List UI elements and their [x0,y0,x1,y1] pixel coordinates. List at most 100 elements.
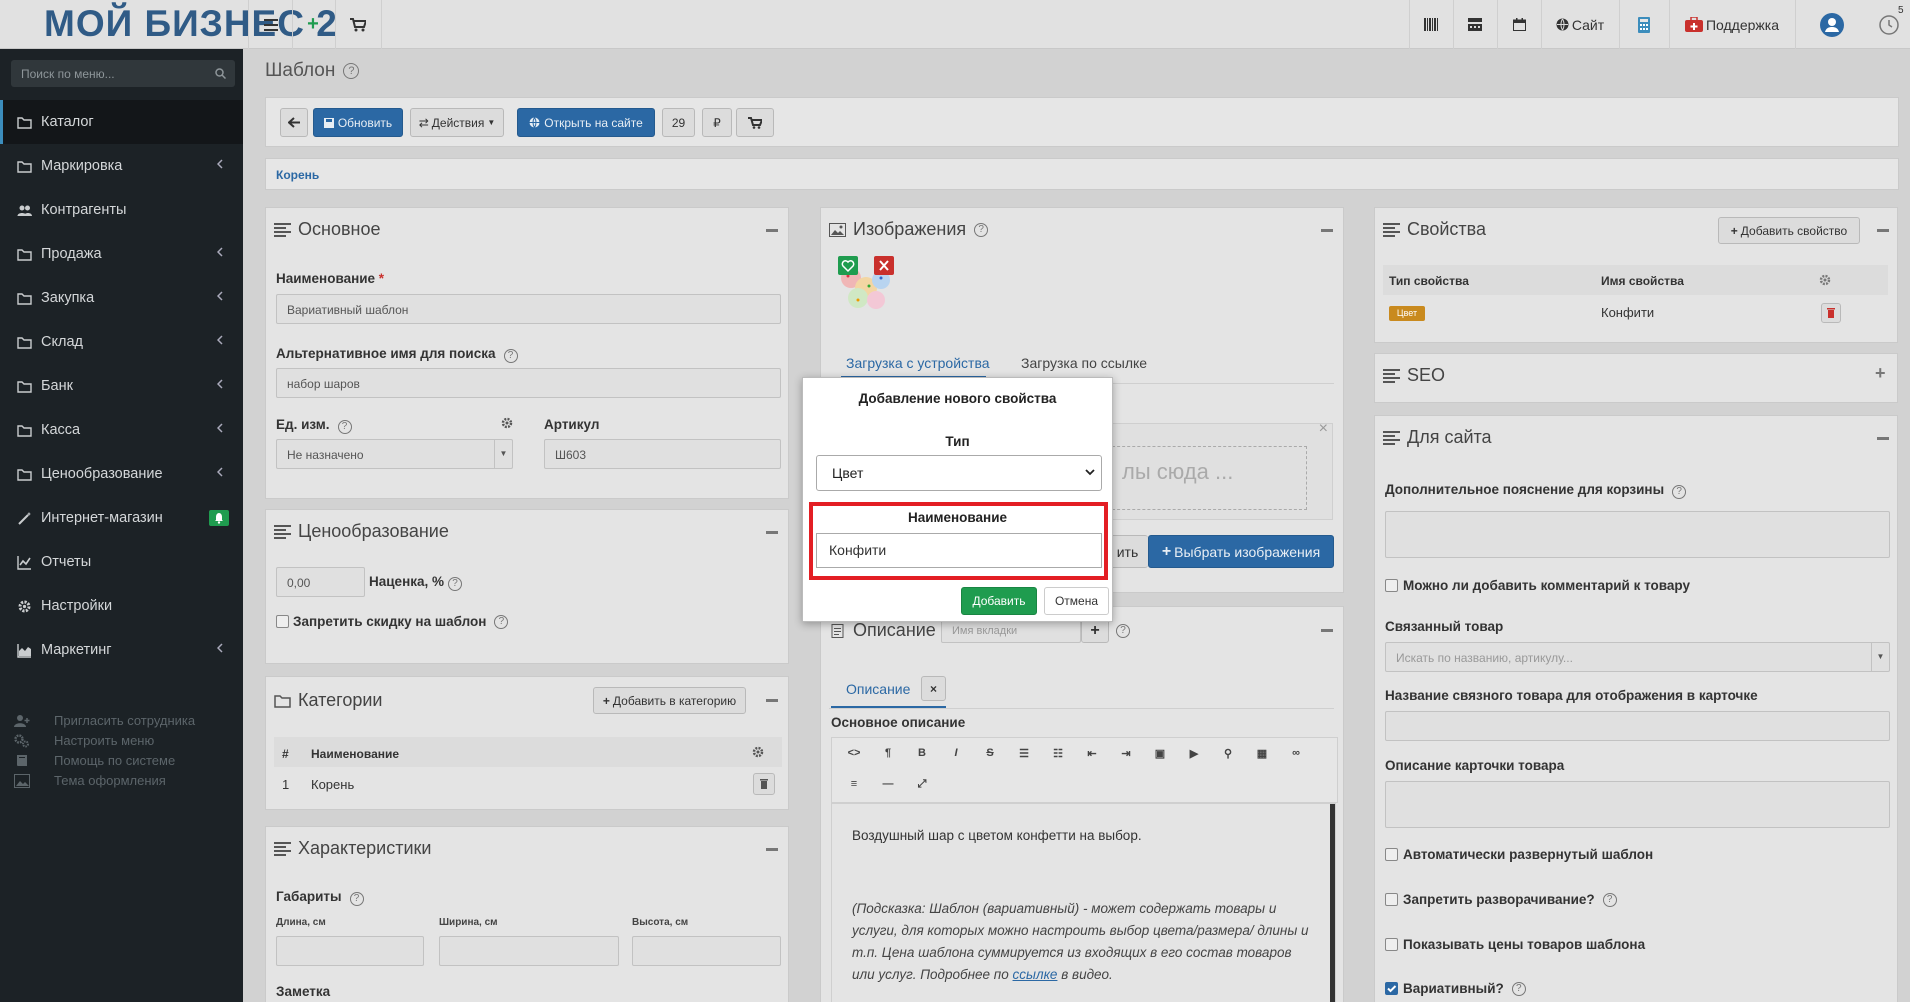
no-discount-checkbox[interactable] [276,615,289,628]
sidebar-item-9[interactable]: Интернет-магазин [0,496,243,540]
close-icon[interactable]: × [1319,420,1328,438]
paragraph-icon[interactable]: ¶ [876,747,900,759]
sidebar-bottom-link-0[interactable]: Пригласить сотрудника [14,713,195,728]
allow-comment-checkbox[interactable] [1385,579,1398,592]
support-button[interactable]: Поддержка [1670,0,1794,49]
delete-image-button[interactable] [874,256,894,275]
length-input[interactable] [276,936,424,966]
collapse-icon[interactable] [766,229,778,232]
help-icon[interactable]: ? [1116,624,1130,638]
cancel-button[interactable]: Отмена [1044,587,1109,615]
image-icon[interactable]: ▣ [1148,747,1172,760]
help-icon[interactable]: ? [974,222,989,237]
collapse-icon[interactable] [1877,437,1889,440]
align-left-icon[interactable]: ≡ [842,778,866,790]
sidebar-bottom-link-1[interactable]: Настроить меню [14,733,154,748]
list-ul-icon[interactable]: ☰ [1012,747,1036,760]
remove-tab-button[interactable]: × [921,676,946,701]
tab-upload-link[interactable]: Загрузка по ссылке [1021,355,1147,371]
sidebar-item-4[interactable]: Закупка [0,276,243,320]
add-icon[interactable]: + [293,0,333,49]
unit-select[interactable]: Не назначено ▼ [276,439,513,469]
alt-name-input[interactable]: набор шаров [276,368,781,398]
menu-toggle-icon[interactable] [252,0,290,49]
delete-property-button[interactable] [1821,303,1841,323]
linked-product-select[interactable]: Искать по названию, артикулу... ▼ [1385,642,1890,672]
sidebar-search-input[interactable]: Поиск по меню... [11,60,235,87]
notifications-button[interactable]: 5 [1868,0,1910,49]
markup-input[interactable]: 0,00 [276,567,365,597]
calculator-icon[interactable] [1620,0,1668,49]
auto-expand-checkbox[interactable] [1385,848,1398,861]
dropzone[interactable]: × лы сюда ... [1107,420,1333,520]
choose-images-button[interactable]: + Выбрать изображения [1148,535,1334,568]
user-avatar[interactable] [1796,0,1868,49]
add-property-button[interactable]: + Добавить свойство [1718,217,1860,244]
forbid-expand-checkbox[interactable] [1385,893,1398,906]
modal-name-input[interactable]: Конфити [816,533,1102,568]
logo[interactable]: МОЙ БИЗНЕС 2 [0,0,337,49]
sidebar-item-7[interactable]: Касса [0,408,243,452]
sidebar-bottom-link-3[interactable]: Тема оформления [14,773,166,788]
sidebar-item-3[interactable]: Продажа [0,232,243,276]
calendar-icon[interactable] [1498,0,1540,49]
add-button[interactable]: Добавить [961,587,1037,615]
cart-note-textarea[interactable] [1385,511,1890,558]
hint-link[interactable]: ссылке [1013,967,1058,982]
barcode-icon[interactable] [1410,0,1452,49]
variative-checkbox[interactable] [1385,982,1398,995]
sidebar-bottom-link-2[interactable]: Помощь по системе [14,753,175,768]
sku-input[interactable]: Ш603 [544,439,781,469]
sidebar-item-6[interactable]: Банк [0,364,243,408]
sidebar-item-0[interactable]: Каталог [0,100,243,144]
width-input[interactable] [439,936,619,966]
editor-content[interactable]: Воздушный шар с цветом конфетти на выбор… [831,803,1336,1002]
show-prices-checkbox[interactable] [1385,938,1398,951]
card-desc-textarea[interactable] [1385,781,1890,828]
gear-icon[interactable] [752,746,764,758]
breadcrumb-root-link[interactable]: Корень [276,168,319,182]
collapse-icon[interactable] [766,531,778,534]
list-ol-icon[interactable]: ☷ [1046,747,1070,760]
gear-icon[interactable] [1819,274,1831,286]
collapse-icon[interactable] [1321,629,1333,632]
item-count-badge[interactable]: 29 [662,108,695,137]
name-input[interactable]: Вариативный шаблон [276,294,781,324]
delete-category-button[interactable] [753,773,775,795]
open-on-site-button[interactable]: Открыть на сайте [517,108,655,137]
cash-register-icon[interactable] [1454,0,1496,49]
table-icon[interactable]: ▦ [1250,747,1274,760]
editor-scrollbar[interactable] [1330,804,1335,1002]
code-icon[interactable]: <> [842,747,866,759]
unlink-icon[interactable]: ∞ [1284,747,1308,759]
video-icon[interactable]: ▶ [1182,747,1206,760]
sidebar-item-8[interactable]: Ценообразование [0,452,243,496]
linked-name-input[interactable] [1385,711,1890,741]
horizontal-rule-icon[interactable]: — [876,778,900,790]
help-icon[interactable]: ? [343,63,360,79]
collapse-icon[interactable] [1321,229,1333,232]
strikethrough-icon[interactable]: S [978,747,1002,759]
gear-icon[interactable] [501,417,513,429]
update-button[interactable]: Обновить [313,108,403,137]
fullscreen-icon[interactable]: ⤢ [910,778,934,791]
sidebar-item-11[interactable]: Настройки [0,584,243,628]
collapse-icon[interactable] [766,848,778,851]
sidebar-item-2[interactable]: Контрагенты [0,188,243,232]
add-to-category-button[interactable]: + Добавить в категорию [593,687,746,714]
collapse-icon[interactable] [1877,229,1889,232]
expand-icon[interactable]: + [1875,363,1886,384]
tab-description[interactable]: Описание [846,681,910,697]
indent-icon[interactable]: ⇥ [1114,747,1138,760]
site-link[interactable]: Сайт [1542,0,1618,49]
outdent-icon[interactable]: ⇤ [1080,747,1104,760]
sidebar-item-12[interactable]: Маркетинг [0,628,243,672]
back-button[interactable] [280,108,308,137]
cart-icon[interactable] [336,0,380,49]
sidebar-item-5[interactable]: Склад [0,320,243,364]
cart-button[interactable] [736,108,774,137]
sidebar-item-1[interactable]: Маркировка [0,144,243,188]
tab-upload-device[interactable]: Загрузка с устройства [846,355,990,371]
italic-icon[interactable]: I [944,747,968,759]
favorite-image-button[interactable] [838,256,858,275]
